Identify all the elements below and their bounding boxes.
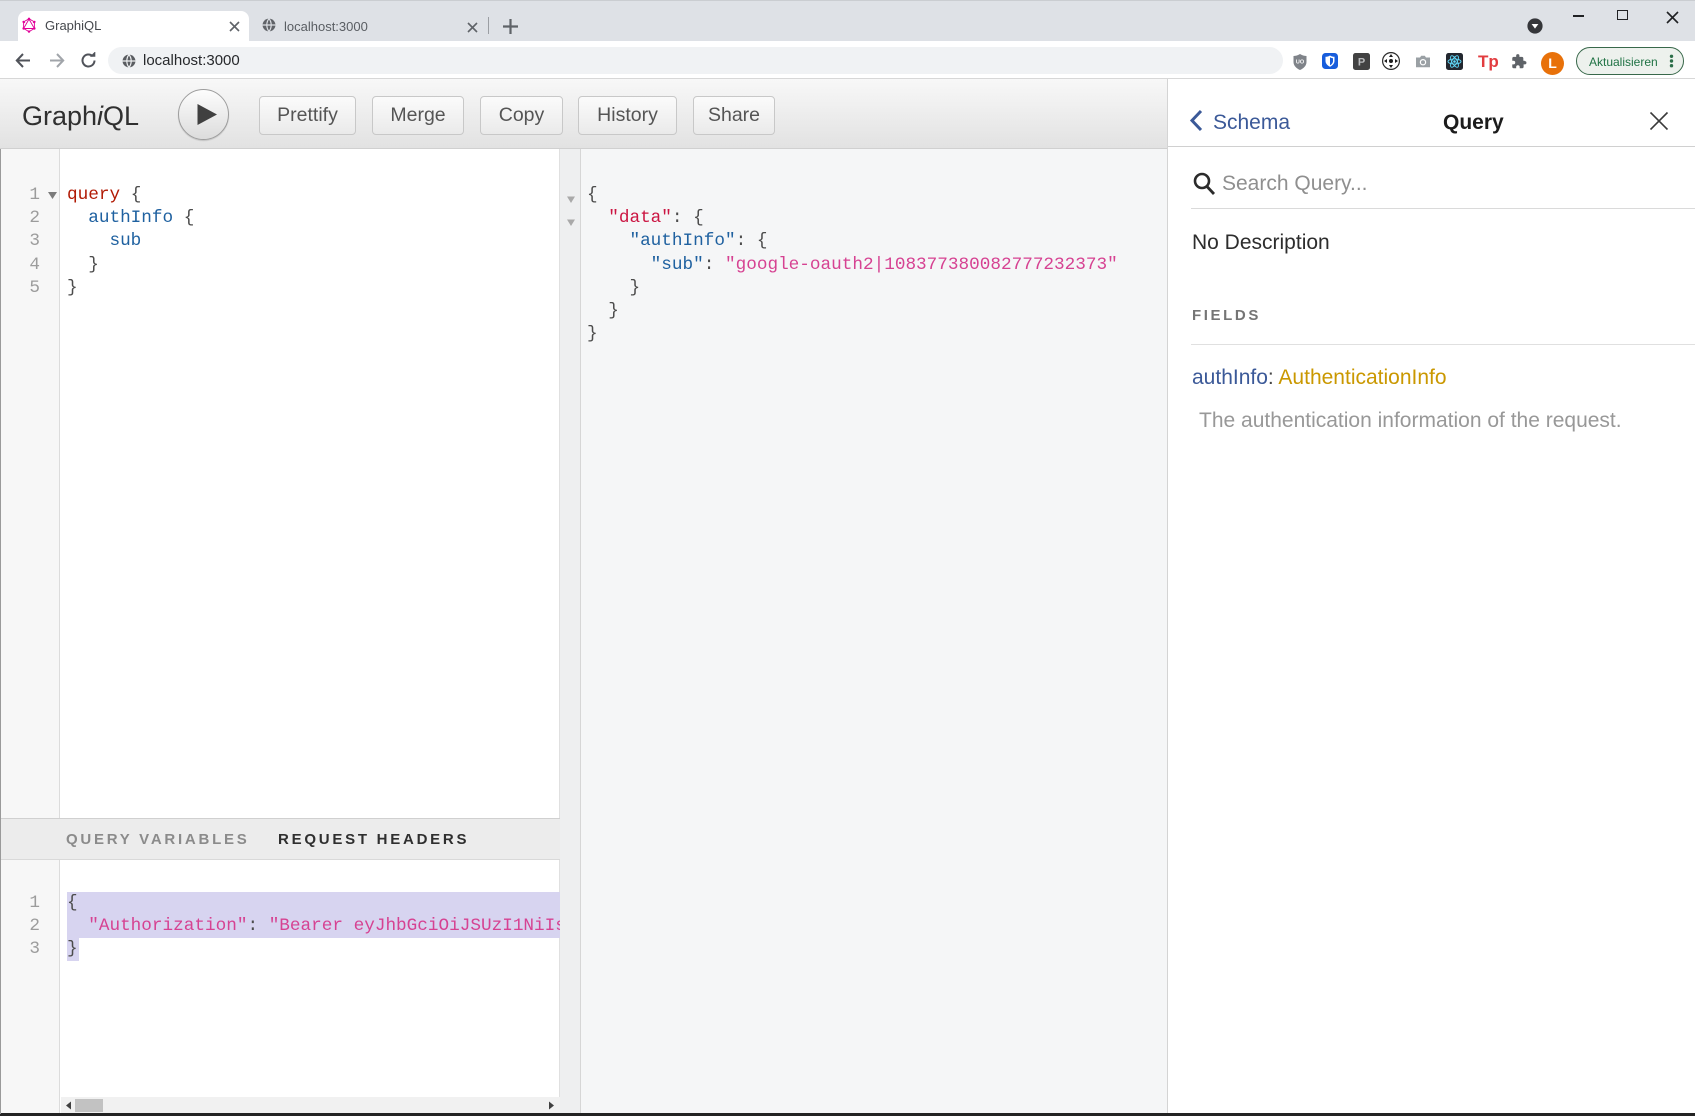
- svg-text:UO: UO: [1296, 60, 1305, 66]
- svg-text:P: P: [1358, 57, 1365, 69]
